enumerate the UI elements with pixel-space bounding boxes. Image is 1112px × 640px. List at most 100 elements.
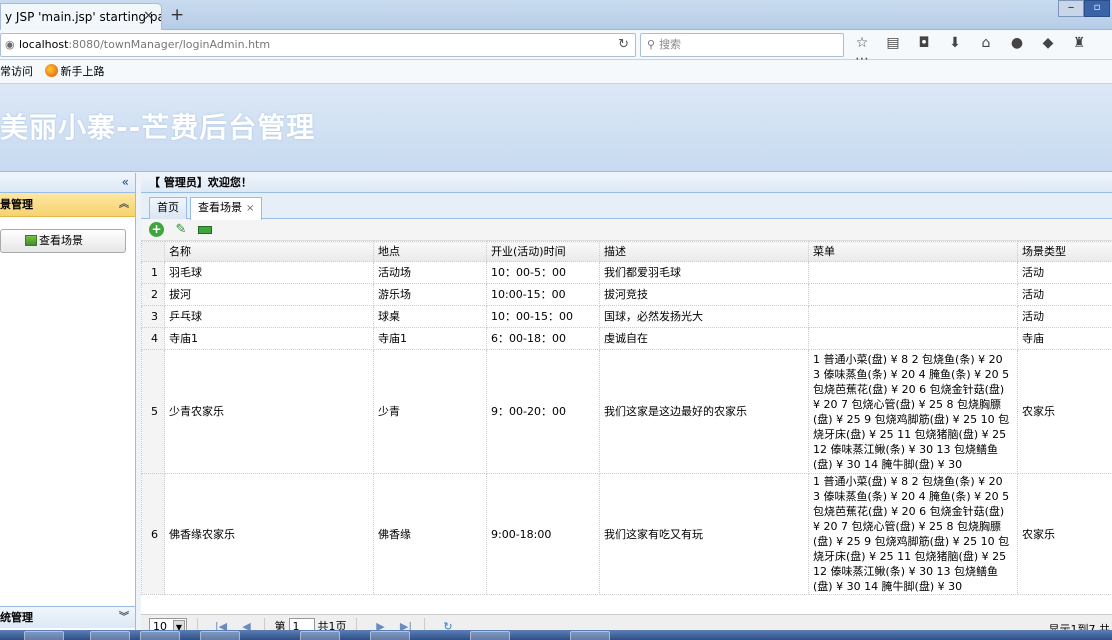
app-title: 美丽小寨--芒费后台管理 (0, 111, 316, 144)
cell-name: 乒乓球 (164, 305, 374, 328)
tab-view-scene[interactable]: 查看场景 × (190, 197, 263, 220)
scene-table: 名称 地点 开业(活动)时间 描述 菜单 场景类型 1 羽毛球 活动场 10：0… (141, 241, 1112, 595)
taskbar-item[interactable] (140, 631, 180, 640)
taskbar-item[interactable] (300, 631, 340, 640)
close-tab-icon[interactable]: ✕ (143, 9, 154, 24)
star-icon[interactable]: ☆ (852, 35, 872, 51)
url-path: :8080/townManager/loginAdmin.htm (68, 38, 271, 51)
row-number-header (141, 241, 165, 262)
taskbar-item[interactable] (570, 631, 610, 640)
bookmark-most-visited[interactable]: 常访问 (0, 65, 33, 78)
search-icon: ⚲ (647, 38, 656, 51)
reading-list-icon[interactable]: ▤ (883, 35, 903, 51)
table-row[interactable]: 4 寺庙1 寺庙1 6：00-18：00 虔诚自在 寺庙 (141, 327, 1112, 350)
pocket-icon[interactable]: ◘ (914, 35, 934, 51)
datagrid: 名称 地点 开业(活动)时间 描述 菜单 场景类型 1 羽毛球 活动场 10：0… (141, 241, 1112, 614)
cell-desc: 拔河竞技 (599, 283, 809, 306)
grid-icon (25, 235, 37, 246)
extension-icon[interactable]: ♜ (1069, 35, 1089, 51)
search-placeholder: 搜索 (659, 38, 682, 51)
sidebar-header: « (0, 173, 135, 193)
browser-tab-strip: y JSP 'main.jsp' starting pa... ✕ + ‒ ▫ (0, 0, 1112, 30)
edit-icon[interactable]: ✎ (172, 222, 190, 238)
accordion-section-scene[interactable]: 景管理 ︽ (0, 193, 135, 217)
cell-desc: 我们都爱羽毛球 (599, 261, 809, 284)
cell-type: 活动 (1017, 261, 1112, 284)
cell-time: 9:00-18:00 (486, 473, 600, 595)
cell-desc: 我们这家是这边最好的农家乐 (599, 349, 809, 474)
os-taskbar (0, 630, 1112, 640)
cell-place: 活动场 (373, 261, 487, 284)
row-number: 4 (141, 327, 165, 350)
tab-view-scene-label: 查看场景 (198, 201, 242, 214)
column-header[interactable]: 场景类型 (1017, 241, 1112, 262)
url-bar[interactable]: ◉ localhost:8080/townManager/loginAdmin.h… (0, 33, 636, 57)
home-icon[interactable]: ⌂ (976, 35, 996, 51)
new-tab-button[interactable]: + (170, 5, 184, 25)
remove-icon[interactable] (198, 226, 212, 234)
cell-type: 活动 (1017, 283, 1112, 306)
cell-type: 农家乐 (1017, 349, 1112, 474)
cell-name: 少青农家乐 (164, 349, 374, 474)
tab-home[interactable]: 首页 (149, 197, 187, 219)
column-header[interactable]: 菜单 (808, 241, 1018, 262)
row-number: 1 (141, 261, 165, 284)
cell-place: 球桌 (373, 305, 487, 328)
cell-desc: 虔诚自在 (599, 327, 809, 350)
chevron-up-icon[interactable]: ︽ (119, 193, 129, 216)
cell-time: 10:00-15：00 (486, 283, 600, 306)
row-number: 2 (141, 283, 165, 306)
chat-icon[interactable]: ● (1007, 35, 1027, 51)
cell-time: 6：00-18：00 (486, 327, 600, 350)
cell-place: 寺庙1 (373, 327, 487, 350)
bookmarks-bar: 常访问 新手上路 (0, 60, 1112, 84)
firefox-icon (44, 64, 58, 77)
minimize-button[interactable]: ‒ (1058, 0, 1084, 17)
taskbar-item[interactable] (470, 631, 510, 640)
add-icon[interactable]: + (149, 222, 164, 237)
column-header[interactable]: 描述 (599, 241, 809, 262)
column-header[interactable]: 名称 (164, 241, 374, 262)
row-number: 3 (141, 305, 165, 328)
table-row[interactable]: 1 羽毛球 活动场 10：00-5：00 我们都爱羽毛球 活动 (141, 261, 1112, 284)
bookmark-getting-started[interactable]: 新手上路 (61, 65, 105, 78)
table-row[interactable]: 5 少青农家乐 少青 9：00-20：00 我们这家是这边最好的农家乐 1 普通… (141, 349, 1112, 474)
taskbar-item[interactable] (24, 631, 64, 640)
table-row[interactable]: 6 佛香缘农家乐 佛香缘 9:00-18:00 我们这家有吃又有玩 1 普通小菜… (141, 473, 1112, 595)
cell-time: 9：00-20：00 (486, 349, 600, 474)
column-header[interactable]: 地点 (373, 241, 487, 262)
toolbar-icons: ☆ ▤ ◘ ⬇ ⌂ ● ◆ ♜⋯ (852, 35, 1112, 67)
taskbar-item[interactable] (90, 631, 130, 640)
cell-name: 佛香缘农家乐 (164, 473, 374, 595)
cell-place: 佛香缘 (373, 473, 487, 595)
accordion-section-system[interactable]: 统管理 ︾ (0, 606, 135, 628)
cell-desc: 我们这家有吃又有玩 (599, 473, 809, 595)
app-header: 美丽小寨--芒费后台管理 (0, 84, 1112, 172)
browser-tab-title: y JSP 'main.jsp' starting pa... (5, 10, 162, 24)
collapse-sidebar-icon[interactable]: « (122, 175, 129, 189)
chevron-down-icon[interactable]: ︾ (119, 607, 129, 628)
download-icon[interactable]: ⬇ (945, 35, 965, 51)
column-header[interactable]: 开业(活动)时间 (486, 241, 600, 262)
taskbar-item[interactable] (200, 631, 240, 640)
search-input[interactable]: ⚲ 搜索 (640, 33, 844, 57)
cell-place: 少青 (373, 349, 487, 474)
browser-tab[interactable]: y JSP 'main.jsp' starting pa... ✕ (0, 3, 162, 30)
table-row[interactable]: 3 乒乓球 球桌 10：00-15：00 国球，必然发扬光大 活动 (141, 305, 1112, 328)
message-icon[interactable]: ◆ (1038, 35, 1058, 51)
cell-name: 寺庙1 (164, 327, 374, 350)
navigation-bar: ◉ localhost:8080/townManager/loginAdmin.h… (0, 30, 1112, 67)
taskbar-item[interactable] (370, 631, 410, 640)
site-identity-icon[interactable]: ◉ (5, 34, 19, 56)
view-scene-button[interactable]: 查看场景 (0, 229, 126, 253)
cell-time: 10：00-15：00 (486, 305, 600, 328)
close-tab-icon[interactable]: × (246, 203, 254, 214)
restore-button[interactable]: ▫ (1084, 0, 1110, 17)
accordion-system-label: 统管理 (0, 611, 33, 624)
row-number: 6 (141, 473, 165, 595)
reload-icon[interactable]: ↻ (618, 34, 629, 56)
cell-name: 羽毛球 (164, 261, 374, 284)
cell-place: 游乐场 (373, 283, 487, 306)
table-row[interactable]: 2 拔河 游乐场 10:00-15：00 拔河竞技 活动 (141, 283, 1112, 306)
cell-desc: 国球，必然发扬光大 (599, 305, 809, 328)
